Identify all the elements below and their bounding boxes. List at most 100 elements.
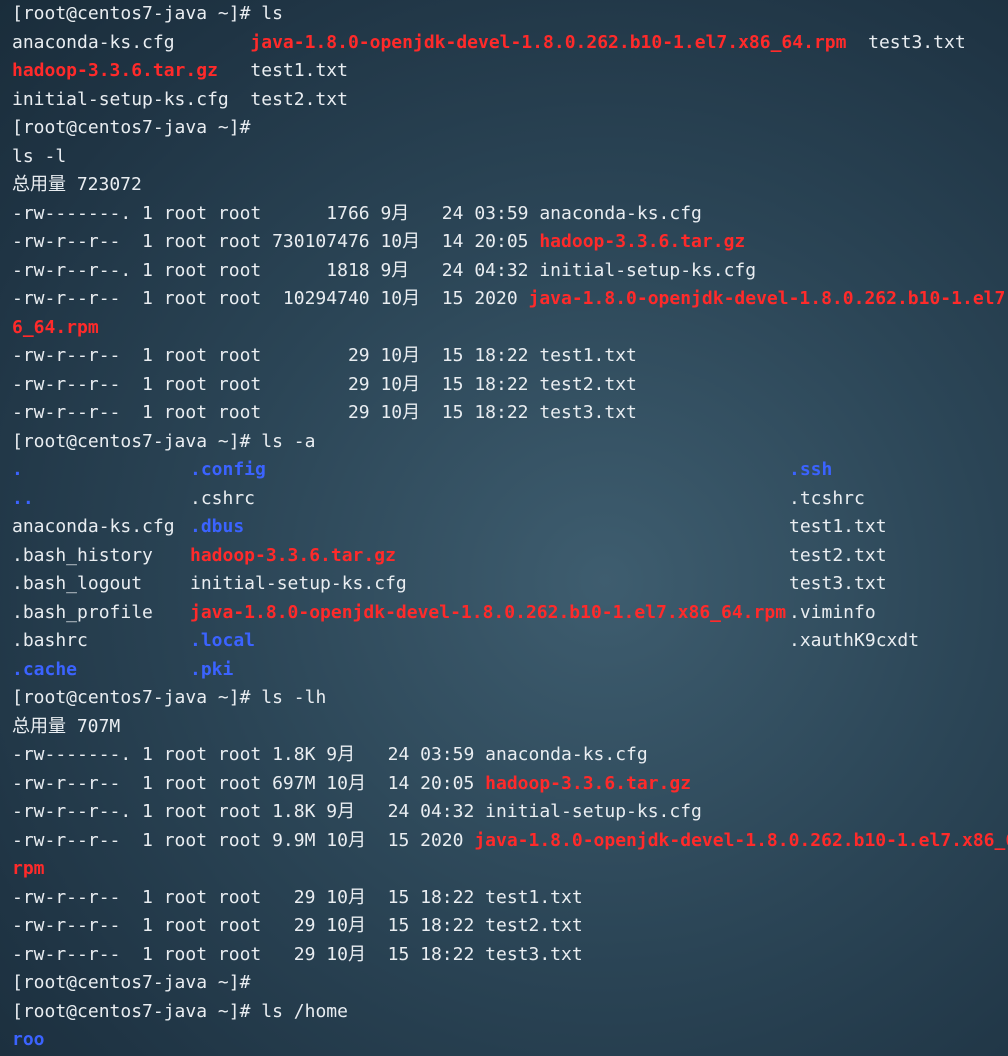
file-meta: -rw-r--r-- 1 root root 29 10月 15 18:22	[12, 886, 486, 908]
file-meta: -rw-r--r-- 1 root root 29 10月 15 18:22	[12, 402, 540, 423]
output-line: anaconda-ks.cfg java-1.8.0-openjdk-devel…	[12, 29, 1008, 58]
file-name: test3.txt	[846, 31, 966, 53]
file-name: test1.txt	[539, 345, 637, 366]
prompt: [root@centos7-java ~]#	[12, 687, 251, 708]
file-meta: -rw-r--r-- 1 root root 29 10月 15 18:22	[12, 915, 486, 936]
output-line: initial-setup-ks.cfg test2.txt	[12, 86, 1008, 115]
file-name: .bash_profile	[12, 601, 153, 623]
file-name: rpm	[12, 858, 45, 879]
file-meta: -rw-r--r-- 1 root root 29 10月 15 18:22	[12, 943, 486, 965]
prompt-line: [root@centos7-java ~]# ls -a	[12, 428, 1008, 457]
output-line: .bash_history hadoop-3.3.6.tar.gz test2.tx…	[12, 542, 1008, 571]
file-name: test2.txt	[485, 915, 583, 936]
file-name: test1.txt	[217, 60, 348, 81]
long-listing-row: -rw-------. 1 root root 1.8K 9月 24 03:59…	[12, 741, 1008, 770]
dir-name: .cache	[12, 658, 78, 680]
file-name: initial-setup-ks.cfg test2.txt	[12, 88, 348, 110]
file-name: test3.txt	[539, 402, 637, 423]
file-name: anaconda-ks.cfg	[12, 31, 251, 53]
file-name: anaconda-ks.cfg	[485, 744, 648, 765]
dir-name: ..	[12, 487, 34, 509]
prompt-line: [root@centos7-java ~]#	[12, 114, 1008, 143]
file-meta: -rw-r--r-- 1 root root 29 10月 15 18:22	[12, 373, 540, 395]
output-line: roo	[12, 1026, 1008, 1055]
output-line: .bash_profile java-1.8.0-openjdk-devel-1.…	[12, 599, 1008, 628]
prompt: [root@centos7-java ~]#	[12, 972, 251, 993]
file-name: java-1.8.0-openjdk-devel-1.8.0.262.b10-1…	[474, 829, 1008, 851]
file-name	[789, 656, 1008, 685]
long-listing-row: -rw-r--r-- 1 root root 29 10月 15 18:22 t…	[12, 884, 1008, 913]
file-name: .xauthK9cxdt	[789, 630, 920, 651]
long-listing-row: -rw-------. 1 root root 1766 9月 24 03:59…	[12, 200, 1008, 229]
file-name: .bash_history	[12, 544, 153, 566]
terminal-window[interactable]: [root@centos7-java ~]# ls anaconda-ks.cf…	[0, 0, 1008, 1056]
long-listing-row: -rw-r--r--. 1 root root 1.8K 9月 24 04:32…	[12, 798, 1008, 827]
file-name: hadoop-3.3.6.tar.gz	[12, 60, 218, 81]
file-name: test3.txt	[485, 943, 583, 965]
prompt-line: [root@centos7-java ~]# ls -lh	[12, 684, 1008, 713]
prompt-line: [root@centos7-java ~]# ls /home	[12, 998, 1008, 1027]
file-meta: -rw-r--r--. 1 root root 1818 9月 24 04:32	[12, 259, 540, 281]
prompt-line: [root@centos7-java ~]# ls	[12, 0, 1008, 29]
dir-name: .ssh	[789, 459, 833, 480]
file-name: anaconda-ks.cfg	[539, 202, 702, 224]
dir-name: roo	[12, 1029, 45, 1050]
dir-name: .pki	[190, 658, 234, 680]
file-name: test1.txt	[789, 516, 887, 537]
output-line: .cache .pki	[12, 656, 1008, 685]
dir-name: .	[12, 459, 23, 480]
long-listing-row: -rw-r--r--. 1 root root 1818 9月 24 04:32…	[12, 257, 1008, 286]
long-listing-row: -rw-r--r-- 1 root root 697M 10月 14 20:05…	[12, 770, 1008, 799]
long-listing-row: 6_64.rpm	[12, 314, 1008, 343]
file-name: .tcshrc	[789, 487, 865, 509]
prompt: [root@centos7-java ~]#	[12, 1000, 251, 1022]
file-name: test2.txt	[539, 373, 637, 395]
prompt: [root@centos7-java ~]#	[12, 117, 251, 138]
file-meta: -rw-r--r-- 1 root root 697M 10月 14 20:05	[12, 772, 486, 794]
command-text: ls -l	[12, 145, 67, 167]
long-listing-row: -rw-r--r-- 1 root root 29 10月 15 18:22 t…	[12, 371, 1008, 400]
total-line: 总用量 723072	[12, 171, 1008, 200]
file-name: test3.txt	[789, 573, 887, 594]
file-name: 6_64.rpm	[12, 316, 99, 338]
file-name: java-1.8.0-openjdk-devel-1.8.0.262.b10-1…	[190, 601, 787, 623]
dir-name: .dbus	[190, 516, 245, 537]
file-name: .bashrc	[12, 630, 88, 651]
long-listing-row: -rw-r--r-- 1 root root 730107476 10月 14 …	[12, 228, 1008, 257]
command-text: ls /home	[250, 1000, 348, 1022]
file-name: .cshrc	[190, 487, 256, 509]
file-name: initial-setup-ks.cfg	[485, 801, 702, 822]
long-listing-row: -rw-r--r-- 1 root root 29 10月 15 18:22 t…	[12, 399, 1008, 428]
file-name: test2.txt	[789, 544, 887, 566]
command-line: ls -l	[12, 143, 1008, 172]
file-name: .viminfo	[789, 601, 876, 623]
output-line: . .config .ssh	[12, 456, 1008, 485]
file-name: initial-setup-ks.cfg	[539, 259, 757, 281]
file-meta: -rw-------. 1 root root 1.8K 9月 24 03:59	[12, 744, 486, 765]
prompt: [root@centos7-java ~]#	[12, 3, 251, 24]
file-meta: -rw-------. 1 root root 1766 9月 24 03:59	[12, 202, 540, 224]
long-listing-row: -rw-r--r-- 1 root root 10294740 10月 15 2…	[12, 285, 1008, 314]
file-name: java-1.8.0-openjdk-devel-1.8.0.262.b10-1…	[250, 31, 847, 53]
command-text: ls -a	[250, 430, 316, 452]
prompt-line: [root@centos7-java ~]#	[12, 969, 1008, 998]
long-listing-row: rpm	[12, 855, 1008, 884]
file-name: java-1.8.0-openjdk-devel-1.8.0.262.b10-1…	[528, 288, 1008, 309]
prompt: [root@centos7-java ~]#	[12, 430, 251, 452]
dir-name: .config	[190, 459, 266, 480]
output-line: .bashrc .local .xauthK9cxdt	[12, 627, 1008, 656]
file-name: test1.txt	[485, 886, 583, 908]
file-name: anaconda-ks.cfg	[12, 516, 175, 537]
total-line: 总用量 707M	[12, 713, 1008, 742]
command-text: ls	[250, 3, 283, 24]
dir-name: .local	[190, 630, 256, 651]
file-name: hadoop-3.3.6.tar.gz	[190, 544, 396, 566]
file-name: initial-setup-ks.cfg	[190, 573, 407, 594]
command-text: ls -lh	[250, 687, 327, 708]
file-meta: -rw-r--r-- 1 root root 730107476 10月 14 …	[12, 231, 540, 252]
total-size: 总用量 707M	[12, 715, 121, 737]
long-listing-row: -rw-r--r-- 1 root root 9.9M 10月 15 2020 …	[12, 827, 1008, 856]
total-size: 总用量 723072	[12, 174, 142, 195]
long-listing-row: -rw-r--r-- 1 root root 29 10月 15 18:22 t…	[12, 342, 1008, 371]
file-name: hadoop-3.3.6.tar.gz	[485, 772, 692, 794]
